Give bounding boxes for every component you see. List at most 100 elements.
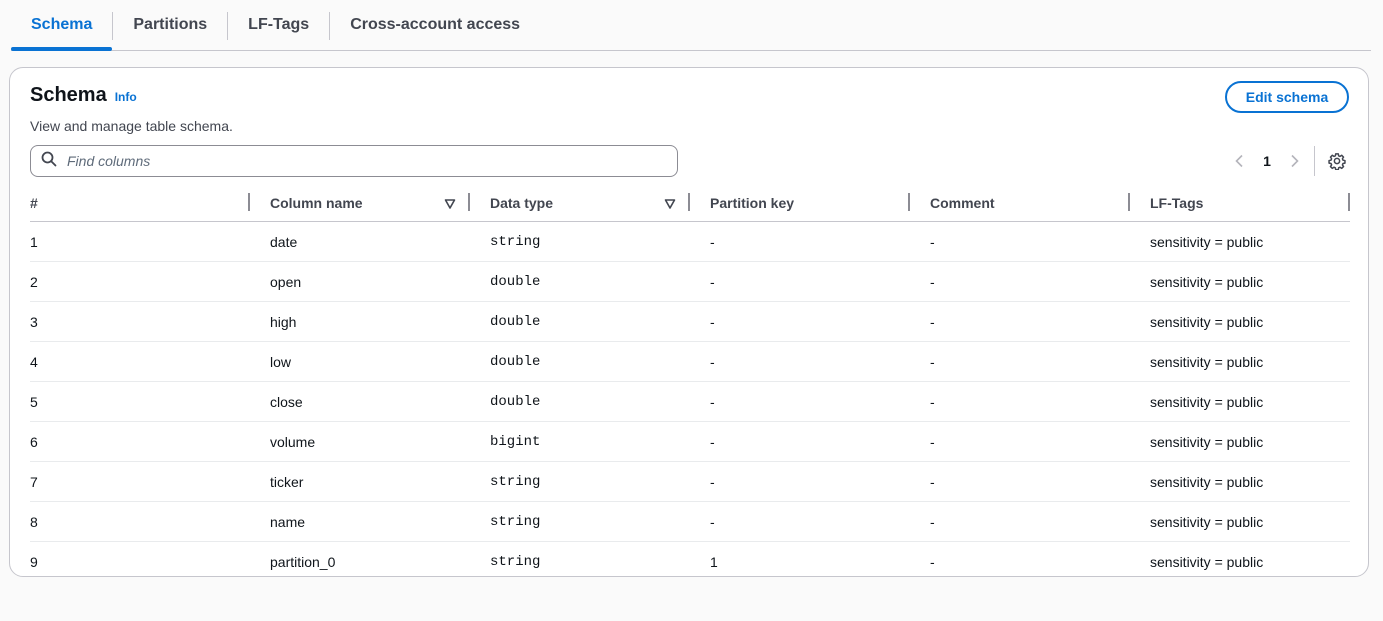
table-row: 2 open double - - sensitivity = public bbox=[30, 262, 1350, 302]
header-label: Partition key bbox=[710, 195, 795, 211]
table-row: 1 date string - - sensitivity = public bbox=[30, 222, 1350, 262]
cell-partition-key: - bbox=[710, 273, 715, 290]
table-row: 3 high double - - sensitivity = public bbox=[30, 302, 1350, 342]
cell-index: 9 bbox=[30, 553, 38, 570]
cell-column-name: date bbox=[270, 233, 298, 250]
table-header: # Column name Data type Partition key Co… bbox=[30, 185, 1350, 222]
cell-comment: - bbox=[930, 273, 935, 290]
column-header-partition-key: Partition key bbox=[710, 185, 910, 221]
cell-column-name: open bbox=[270, 273, 302, 290]
cell-lf-tags: sensitivity = public bbox=[1150, 313, 1264, 330]
header-label: # bbox=[30, 195, 38, 211]
column-header-column-name[interactable]: Column name bbox=[270, 185, 470, 221]
cell-comment: - bbox=[930, 313, 935, 330]
column-header-comment: Comment bbox=[930, 185, 1130, 221]
column-header-data-type[interactable]: Data type bbox=[490, 185, 690, 221]
edit-schema-button[interactable]: Edit schema bbox=[1225, 81, 1349, 113]
cell-data-type: string bbox=[490, 233, 541, 250]
cell-data-type: double bbox=[490, 273, 541, 290]
cell-data-type: string bbox=[490, 513, 541, 530]
header-label: Column name bbox=[270, 195, 363, 211]
cell-comment: - bbox=[930, 553, 935, 570]
tab-cross-account-access[interactable]: Cross-account access bbox=[330, 0, 540, 50]
cell-lf-tags: sensitivity = public bbox=[1150, 433, 1264, 450]
column-header-number: # bbox=[30, 185, 250, 221]
sort-down-icon[interactable] bbox=[444, 197, 456, 209]
panel-description: View and manage table schema. bbox=[30, 118, 233, 134]
chevron-right-icon[interactable] bbox=[1282, 149, 1306, 173]
pager-divider bbox=[1314, 146, 1315, 176]
search-input[interactable] bbox=[65, 152, 649, 170]
pagination: 1 bbox=[1228, 146, 1349, 176]
table-body: 1 date string - - sensitivity = public 2 open do… bbox=[30, 222, 1350, 581]
cell-comment: - bbox=[930, 513, 935, 530]
column-resizer[interactable] bbox=[1128, 193, 1130, 211]
column-resizer[interactable] bbox=[1348, 193, 1350, 211]
tab-partitions[interactable]: Partitions bbox=[113, 0, 227, 50]
cell-index: 7 bbox=[30, 473, 38, 490]
table-row: 9 partition_0 string 1 - sensitivity = public bbox=[30, 542, 1350, 581]
panel-header: Schema Info bbox=[30, 84, 137, 107]
sort-down-icon[interactable] bbox=[664, 197, 676, 209]
table-row: 4 low double - - sensitivity = public bbox=[30, 342, 1350, 382]
cell-data-type: string bbox=[490, 473, 541, 490]
cell-index: 5 bbox=[30, 393, 38, 410]
table-row: 6 volume bigint - - sensitivity = public bbox=[30, 422, 1350, 462]
cell-index: 1 bbox=[30, 233, 38, 250]
cell-lf-tags: sensitivity = public bbox=[1150, 553, 1264, 570]
cell-index: 3 bbox=[30, 313, 38, 330]
cell-partition-key: - bbox=[710, 513, 715, 530]
info-link[interactable]: Info bbox=[115, 90, 137, 104]
cell-comment: - bbox=[930, 433, 935, 450]
cell-column-name: partition_0 bbox=[270, 553, 336, 570]
schema-table: # Column name Data type Partition key Co… bbox=[30, 185, 1350, 581]
cell-index: 6 bbox=[30, 433, 38, 450]
cell-lf-tags: sensitivity = public bbox=[1150, 233, 1264, 250]
cell-lf-tags: sensitivity = public bbox=[1150, 273, 1264, 290]
cell-column-name: ticker bbox=[270, 473, 304, 490]
cell-lf-tags: sensitivity = public bbox=[1150, 393, 1264, 410]
panel-title: Schema bbox=[30, 84, 107, 106]
cell-partition-key: - bbox=[710, 353, 715, 370]
search-icon bbox=[41, 151, 57, 172]
column-header-lf-tags: LF-Tags bbox=[1150, 185, 1350, 221]
cell-data-type: double bbox=[490, 313, 541, 330]
cell-comment: - bbox=[930, 393, 935, 410]
header-label: Data type bbox=[490, 195, 554, 211]
tab-bar: Schema Partitions LF-Tags Cross-account … bbox=[11, 0, 1371, 51]
column-resizer[interactable] bbox=[688, 193, 690, 211]
cell-partition-key: - bbox=[710, 393, 715, 410]
cell-column-name: name bbox=[270, 513, 306, 530]
cell-data-type: double bbox=[490, 353, 541, 370]
search-field[interactable] bbox=[30, 145, 678, 177]
cell-partition-key: - bbox=[710, 433, 715, 450]
table-row: 5 close double - - sensitivity = public bbox=[30, 382, 1350, 422]
cell-index: 4 bbox=[30, 353, 38, 370]
cell-partition-key: - bbox=[710, 473, 715, 490]
column-resizer[interactable] bbox=[908, 193, 910, 211]
gear-icon[interactable] bbox=[1325, 149, 1349, 173]
tab-schema[interactable]: Schema bbox=[11, 0, 113, 51]
header-label: LF-Tags bbox=[1150, 195, 1204, 211]
tab-lf-tags[interactable]: LF-Tags bbox=[228, 0, 329, 50]
table-row: 7 ticker string - - sensitivity = public bbox=[30, 462, 1350, 502]
cell-comment: - bbox=[930, 353, 935, 370]
cell-partition-key: 1 bbox=[710, 553, 718, 570]
cell-index: 2 bbox=[30, 273, 38, 290]
column-resizer[interactable] bbox=[248, 193, 250, 211]
cell-column-name: volume bbox=[270, 433, 316, 450]
cell-comment: - bbox=[930, 233, 935, 250]
schema-panel: Schema Info View and manage table schema… bbox=[9, 67, 1369, 577]
cell-partition-key: - bbox=[710, 313, 715, 330]
cell-lf-tags: sensitivity = public bbox=[1150, 473, 1264, 490]
chevron-left-icon[interactable] bbox=[1228, 149, 1252, 173]
page-number[interactable]: 1 bbox=[1252, 153, 1282, 169]
cell-lf-tags: sensitivity = public bbox=[1150, 513, 1264, 530]
cell-partition-key: - bbox=[710, 233, 715, 250]
cell-index: 8 bbox=[30, 513, 38, 530]
table-row: 8 name string - - sensitivity = public bbox=[30, 502, 1350, 542]
cell-data-type: double bbox=[490, 393, 541, 410]
column-resizer[interactable] bbox=[468, 193, 470, 211]
cell-lf-tags: sensitivity = public bbox=[1150, 353, 1264, 370]
cell-comment: - bbox=[930, 473, 935, 490]
